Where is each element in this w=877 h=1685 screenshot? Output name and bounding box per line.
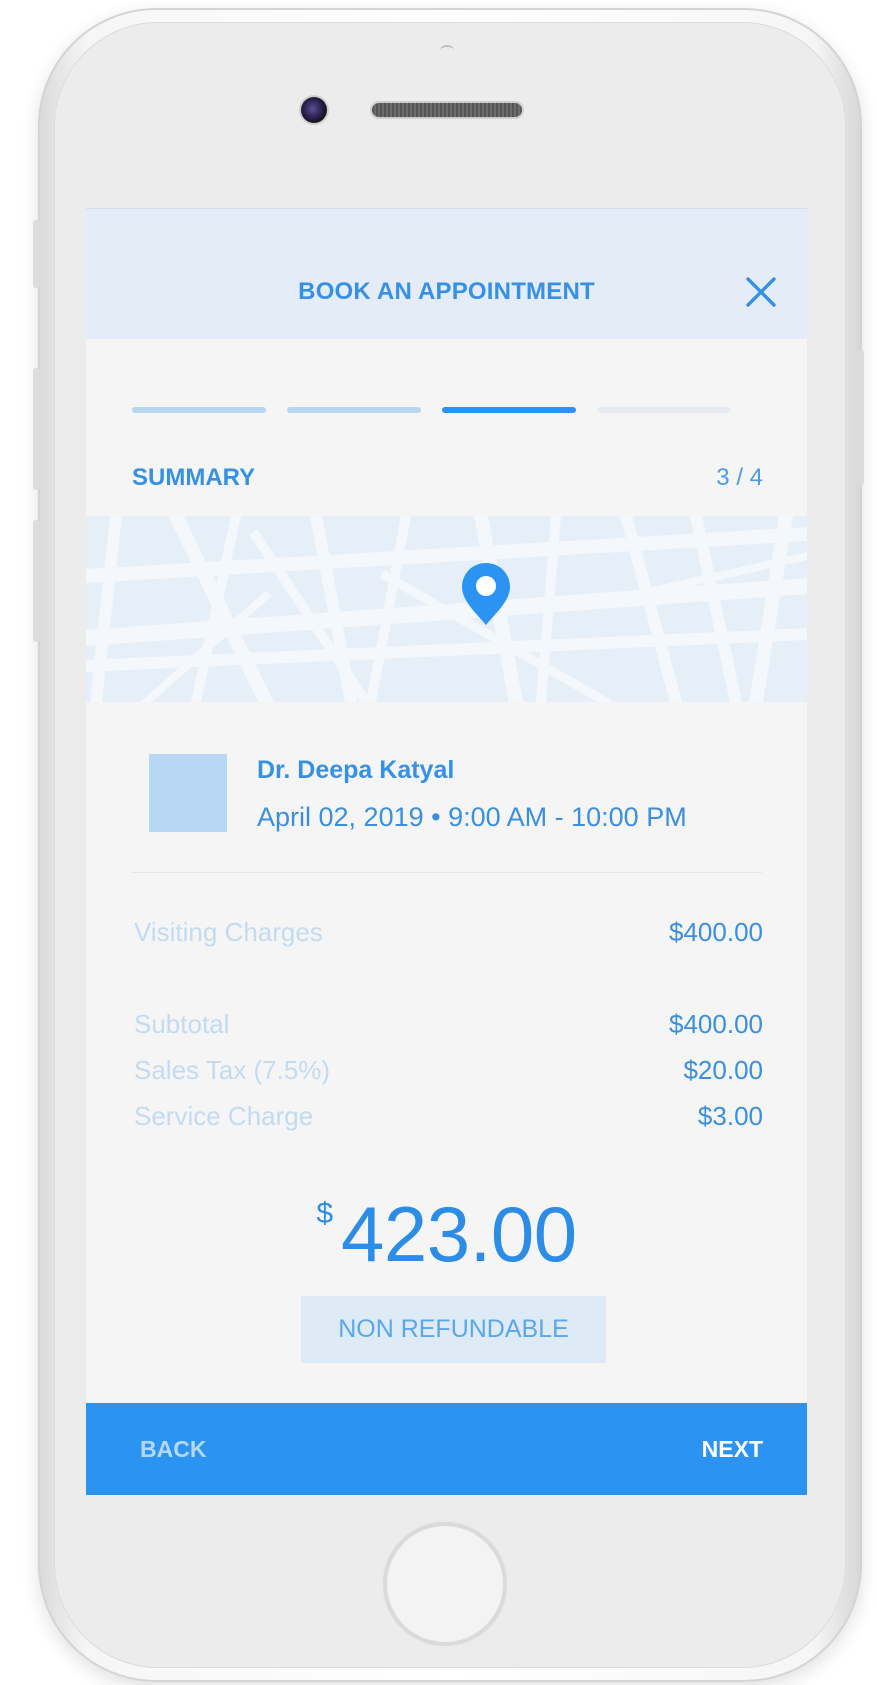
home-button[interactable]	[383, 1522, 507, 1646]
doctor-avatar	[149, 754, 227, 832]
sales-tax-value: $20.00	[683, 1055, 763, 1085]
step-indicator-3	[442, 407, 576, 413]
visiting-charges-label: Visiting Charges	[134, 917, 323, 947]
front-camera	[301, 97, 327, 123]
step-indicator-1	[132, 407, 266, 413]
step-indicator-4	[597, 407, 731, 413]
volume-down-button	[33, 520, 40, 642]
visiting-charges-value: $400.00	[669, 917, 763, 947]
divider	[132, 872, 762, 873]
doctor-name: Dr. Deepa Katyal	[257, 756, 455, 784]
proximity-sensor	[440, 45, 454, 55]
map-pin-icon	[462, 563, 510, 625]
total-currency-symbol: $	[316, 1197, 334, 1230]
close-icon[interactable]	[744, 275, 778, 309]
next-button[interactable]: NEXT	[702, 1403, 763, 1495]
app-header: BOOK AN APPOINTMENT	[86, 209, 807, 339]
service-charge-value: $3.00	[697, 1101, 763, 1131]
power-button	[857, 350, 864, 485]
earpiece-speaker	[372, 103, 522, 117]
back-button[interactable]: BACK	[140, 1403, 206, 1495]
app-screen: BOOK AN APPOINTMENT SUMMARY 3 / 4 Dr. De…	[86, 208, 807, 1495]
page-title: BOOK AN APPOINTMENT	[298, 278, 595, 305]
total-amount: $423.00	[86, 1189, 807, 1280]
sales-tax-label: Sales Tax (7.5%)	[134, 1055, 331, 1085]
map-streets	[86, 516, 807, 702]
location-map[interactable]	[86, 516, 807, 702]
total-amount-value: 423.00	[341, 1190, 577, 1278]
footer-navigation: BACK NEXT	[86, 1403, 807, 1495]
subtotal-value: $400.00	[669, 1009, 763, 1039]
non-refundable-badge: NON REFUNDABLE	[301, 1296, 606, 1363]
section-title: SUMMARY	[132, 464, 256, 491]
subtotal-label: Subtotal	[134, 1009, 230, 1039]
service-charge-label: Service Charge	[134, 1101, 314, 1131]
appointment-datetime: April 02, 2019 • 9:00 AM - 10:00 PM	[257, 802, 687, 832]
step-indicator-2	[287, 407, 421, 413]
volume-up-button	[33, 368, 40, 490]
step-progress	[132, 407, 768, 413]
step-counter: 3 / 4	[716, 464, 763, 491]
mute-switch	[33, 220, 40, 288]
